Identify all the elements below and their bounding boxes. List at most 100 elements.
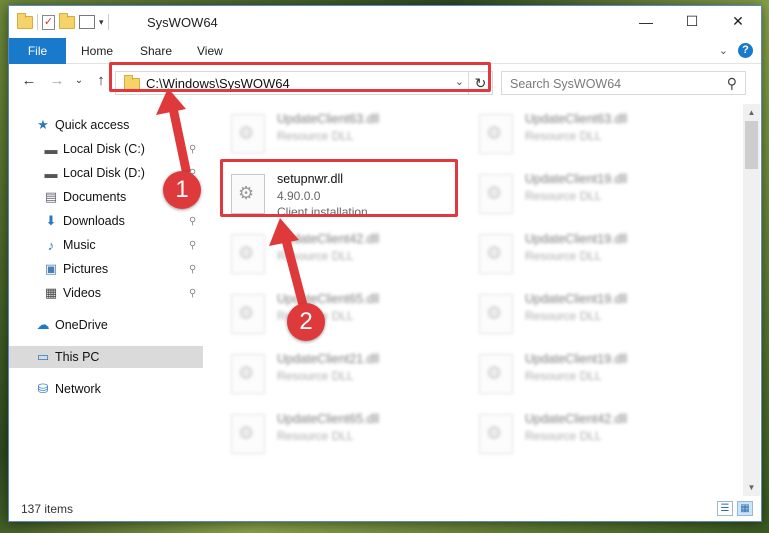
file-name: UpdateClient65.dll [277, 412, 380, 426]
search-box[interactable]: Search SysWOW64 ⚲ [501, 71, 746, 95]
dll-file-icon [479, 114, 513, 154]
tiles-view-icon[interactable]: ▦ [737, 501, 753, 516]
ribbon-right-controls: ⌄ ? [719, 43, 753, 58]
dll-file-icon [231, 354, 265, 394]
list-item[interactable]: UpdateClient63.dll Resource DLL [207, 108, 437, 160]
sidebar-item-label: Local Disk (C:) [63, 142, 145, 156]
navigation-pane: ★ Quick access ▬ Local Disk (C:) ⚲ ▬ Loc… [9, 104, 205, 496]
list-item[interactable]: UpdateClient19.dll Resource DLL [455, 168, 685, 220]
list-item[interactable]: UpdateClient19.dll Resource DLL [455, 348, 685, 400]
toolbar-separator [37, 14, 38, 30]
properties-check-icon[interactable]: ✓ [42, 14, 55, 30]
file-name: UpdateClient63.dll [277, 112, 380, 126]
list-item[interactable]: UpdateClient19.dll Resource DLL [455, 228, 685, 280]
callout-step-2: 2 [287, 303, 325, 341]
callout-step-1: 1 [163, 171, 201, 209]
tab-view[interactable]: View [197, 38, 223, 64]
pin-icon: ⚲ [189, 143, 197, 155]
scroll-down-arrow-icon[interactable]: ▼ [743, 479, 760, 496]
search-icon[interactable]: ⚲ [727, 75, 737, 92]
pin-icon: ⚲ [189, 239, 197, 251]
scroll-up-arrow-icon[interactable]: ▲ [743, 104, 760, 121]
pin-icon: ⚲ [189, 215, 197, 227]
file-type: Resource DLL [277, 129, 354, 143]
network-icon: ⛁ [37, 381, 49, 396]
tab-file[interactable]: File [9, 38, 66, 64]
sidebar-item-label: Pictures [63, 262, 109, 276]
list-item[interactable]: UpdateClient65.dll Resource DLL [207, 408, 437, 460]
file-name: UpdateClient19.dll [525, 352, 628, 366]
recent-locations-button[interactable]: ⌄ [69, 75, 89, 86]
ribbon-tabs: File Home Share View ⌄ ? [9, 38, 761, 64]
videos-icon: ▦ [44, 285, 58, 300]
sidebar-item-label: OneDrive [55, 318, 108, 332]
dll-file-icon [231, 414, 265, 454]
folder-icon [17, 12, 33, 29]
file-name: UpdateClient65.dll [277, 292, 380, 306]
close-button[interactable]: ✕ [715, 6, 761, 37]
list-item[interactable]: UpdateClient63.dll Resource DLL [455, 108, 685, 160]
pin-icon: ⚲ [189, 287, 197, 299]
new-folder-icon[interactable] [59, 12, 75, 29]
back-button[interactable]: ← [19, 72, 39, 89]
file-type: Resource DLL [525, 429, 602, 443]
sidebar-item-videos[interactable]: ▦ Videos ⚲ [9, 282, 203, 304]
help-icon[interactable]: ? [738, 43, 753, 58]
up-button[interactable]: ↑ [91, 72, 111, 89]
dll-file-icon [231, 234, 265, 274]
sidebar-item-network[interactable]: ⛁ Network [9, 378, 203, 400]
sidebar-item-onedrive[interactable]: ☁ OneDrive [9, 314, 203, 336]
file-type: Resource DLL [277, 249, 354, 263]
dll-file-icon [479, 294, 513, 334]
quick-access-toolbar: ✓ ▾ [17, 12, 109, 30]
pictures-icon: ▣ [44, 261, 58, 276]
forward-button[interactable]: → [47, 72, 67, 89]
address-bar-highlight [109, 62, 491, 92]
title-bar: ✓ ▾ SysWOW64 — ☐ ✕ [9, 6, 761, 38]
maximize-button[interactable]: ☐ [669, 6, 715, 37]
list-item[interactable]: UpdateClient42.dll Resource DLL [455, 408, 685, 460]
sidebar-item-downloads[interactable]: ⬇ Downloads ⚲ [9, 210, 203, 232]
file-type: Resource DLL [525, 189, 602, 203]
sidebar-item-music[interactable]: ♪ Music ⚲ [9, 234, 203, 256]
file-type: Resource DLL [525, 369, 602, 383]
vertical-scrollbar[interactable]: ▲ ▼ [743, 104, 760, 496]
tab-home[interactable]: Home [81, 38, 113, 64]
expand-ribbon-chevron-icon[interactable]: ⌄ [719, 44, 728, 57]
customize-toolbar-chevron-icon[interactable]: ▾ [99, 17, 104, 28]
music-icon: ♪ [47, 237, 55, 253]
tab-share[interactable]: Share [140, 38, 172, 64]
sidebar-item-label: Network [55, 382, 101, 396]
file-name: UpdateClient42.dll [525, 412, 628, 426]
sidebar-item-quick-access[interactable]: ★ Quick access [9, 114, 203, 136]
sidebar-item-label: Music [63, 238, 96, 252]
star-icon: ★ [37, 117, 49, 132]
downloads-icon: ⬇ [45, 213, 57, 228]
status-bar: 137 items ☰ ▦ [9, 497, 761, 521]
view-options-icon[interactable] [79, 15, 95, 29]
list-item[interactable]: UpdateClient42.dll Resource DLL [207, 228, 437, 280]
dll-file-icon [479, 354, 513, 394]
drive-icon: ▬ [44, 165, 58, 181]
details-view-icon[interactable]: ☰ [717, 501, 733, 516]
list-item[interactable]: UpdateClient21.dll Resource DLL [207, 348, 437, 400]
file-type: Resource DLL [525, 309, 602, 323]
dll-file-icon [479, 174, 513, 214]
sidebar-item-this-pc[interactable]: ▭ This PC [9, 346, 203, 368]
dll-file-icon [479, 234, 513, 274]
file-type: Resource DLL [525, 129, 602, 143]
minimize-button[interactable]: — [623, 6, 669, 37]
file-name: UpdateClient63.dll [525, 112, 628, 126]
sidebar-item-pictures[interactable]: ▣ Pictures ⚲ [9, 258, 203, 280]
scroll-thumb[interactable] [745, 121, 758, 169]
list-item[interactable]: UpdateClient19.dll Resource DLL [455, 288, 685, 340]
sidebar-item-local-disk-c[interactable]: ▬ Local Disk (C:) ⚲ [9, 138, 203, 160]
item-count: 137 items [21, 502, 74, 516]
search-input[interactable]: Search SysWOW64 [510, 77, 621, 91]
file-type: Resource DLL [525, 249, 602, 263]
file-name: UpdateClient19.dll [525, 292, 628, 306]
computer-icon: ▭ [36, 349, 50, 364]
sidebar-item-label: Downloads [63, 214, 125, 228]
sidebar-item-label: Local Disk (D:) [63, 166, 145, 180]
file-name: UpdateClient42.dll [277, 232, 380, 246]
